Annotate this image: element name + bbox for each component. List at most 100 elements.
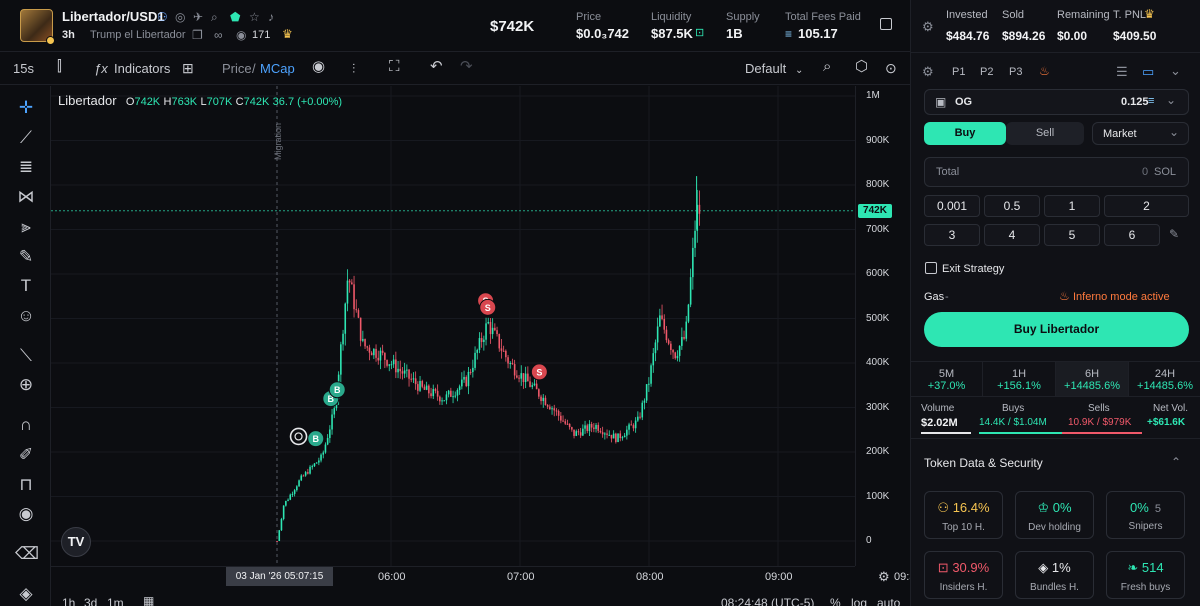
crosshair-icon[interactable]: ✛ <box>15 97 37 119</box>
sell-tab[interactable]: Sell <box>1006 122 1084 145</box>
candle <box>597 424 600 431</box>
indicators-button[interactable]: Indicators <box>114 61 170 77</box>
total-unit: SOL <box>1154 166 1177 178</box>
pnl-settings-icon[interactable]: ⚙ <box>922 19 934 35</box>
lock-icon[interactable]: ⊓ <box>15 474 37 496</box>
horizontal-lines-icon[interactable]: ≣ <box>15 156 37 178</box>
star-icon[interactable]: ☆ <box>249 10 260 24</box>
bell-icon[interactable]: ♪ <box>268 10 274 24</box>
wallet-selector[interactable]: ▣ OG 0.125 ≡ ⌄ <box>924 89 1189 115</box>
link-icon[interactable]: ∞ <box>214 28 223 42</box>
layout-select[interactable]: Default <box>745 61 786 77</box>
redo-icon[interactable]: ↷ <box>460 59 473 75</box>
settings-sliders-icon[interactable]: ⫶ <box>352 61 355 77</box>
chart-canvas[interactable]: BBBSSS <box>51 86 908 566</box>
fullscreen-icon[interactable]: ⛶ <box>389 59 400 75</box>
zoom-in-icon[interactable]: ⊕ <box>15 374 37 396</box>
amount-3[interactable]: 3 <box>924 224 980 246</box>
trophy-icon[interactable]: ♛ <box>282 27 293 41</box>
search-icon[interactable]: ⌕ <box>211 10 218 24</box>
tf-6h[interactable]: 6H +14485.6% <box>1056 362 1129 396</box>
pitchfork-icon[interactable]: ⋈ <box>15 186 37 208</box>
magnet-icon[interactable]: ∩ <box>15 414 37 436</box>
log-toggle[interactable]: log <box>851 596 867 606</box>
buy-tab[interactable]: Buy <box>924 122 1006 145</box>
camera-icon[interactable]: ⊙ <box>885 60 897 76</box>
pencil-lock-icon[interactable]: ✐ <box>15 444 37 466</box>
percent-toggle[interactable]: % <box>830 596 841 606</box>
fire-icon[interactable]: ♨ <box>1039 64 1050 78</box>
amount-2[interactable]: 2 <box>1104 195 1189 217</box>
fib-icon[interactable]: ⫸ <box>15 216 37 238</box>
chart-footer: 1h 3d 1m ▦ 08:24:48 (UTC-5) % log auto <box>51 590 910 606</box>
layers-icon[interactable]: ◈ <box>15 583 37 605</box>
amount-4[interactable]: 4 <box>984 224 1040 246</box>
preset-p1[interactable]: P1 <box>952 66 965 78</box>
interval-selector[interactable]: 15s <box>13 61 34 77</box>
tf-1h[interactable]: 1H +156.1% <box>983 362 1056 396</box>
candle <box>599 430 602 433</box>
edit-amounts-icon[interactable]: ✎ <box>1169 227 1179 241</box>
website-icon[interactable]: ◎ <box>175 10 185 24</box>
range-1h[interactable]: 1h <box>62 596 75 606</box>
candle <box>568 423 571 428</box>
buy-token-button[interactable]: Buy Libertador <box>924 312 1189 347</box>
copy-icon[interactable]: ❐ <box>192 28 203 42</box>
exit-strategy-checkbox[interactable] <box>925 262 937 274</box>
layout-toggle-icon[interactable] <box>880 18 892 30</box>
range-3d[interactable]: 3d <box>84 596 97 606</box>
amount-5[interactable]: 5 <box>1044 224 1100 246</box>
range-1m[interactable]: 1m <box>107 596 124 606</box>
community-icon[interactable]: ⚇ <box>157 10 168 24</box>
emoji-icon[interactable]: ☺ <box>15 305 37 327</box>
text-icon[interactable]: T <box>15 275 37 297</box>
zoom-icon[interactable]: ⌕ <box>823 59 831 75</box>
visibility-icon[interactable]: ◉ <box>312 59 325 75</box>
amount-1[interactable]: 1 <box>1044 195 1100 217</box>
legend-low: 707K <box>206 96 233 108</box>
tf-24h[interactable]: 24H +14485.6% <box>1129 362 1200 396</box>
preset-p3[interactable]: P3 <box>1009 66 1022 78</box>
chevron-down-icon[interactable]: ⌄ <box>795 63 803 79</box>
order-type-select[interactable]: Market ⌄ <box>1092 122 1189 145</box>
total-input[interactable]: Total 0 SOL <box>924 157 1189 187</box>
telegram-icon[interactable]: ✈ <box>193 10 203 24</box>
chevron-down-icon[interactable]: ⌄ <box>1170 63 1181 79</box>
chevron-up-icon[interactable]: ⌃ <box>1171 455 1181 469</box>
candle-type-icon[interactable]: ⫿ <box>57 59 62 75</box>
trophy-icon: ♛ <box>1144 7 1155 21</box>
card-value: 514 <box>1141 560 1164 575</box>
amount-6[interactable]: 6 <box>1104 224 1160 246</box>
tf-5m[interactable]: 5M +37.0% <box>911 362 983 396</box>
panel-view-icon[interactable]: ▭ <box>1142 64 1154 80</box>
security-title: Token Data & Security <box>924 456 1043 470</box>
axis-settings-icon[interactable]: ⚙ <box>878 569 890 585</box>
trendline-icon[interactable]: ⟋ <box>15 127 37 149</box>
candle <box>551 408 553 410</box>
hexagon-settings-icon[interactable]: ⬡ <box>855 59 868 75</box>
price-toggle[interactable]: Price <box>222 61 252 77</box>
volume-value: $2.02M <box>921 417 958 429</box>
tradingview-logo-icon[interactable]: TV <box>61 527 91 557</box>
undo-icon[interactable]: ↶ <box>430 59 443 75</box>
list-icon[interactable]: ☰ <box>1116 64 1128 80</box>
calendar-icon[interactable]: ▦ <box>143 594 154 606</box>
clock-time[interactable]: 08:24:48 (UTC-5) <box>721 596 814 606</box>
trash-icon[interactable]: ⌫ <box>15 543 39 565</box>
candle <box>535 383 538 390</box>
preset-p2[interactable]: P2 <box>980 66 993 78</box>
eye-toggle-icon[interactable]: ◉ <box>15 503 37 525</box>
amount-0-5[interactable]: 0.5 <box>984 195 1040 217</box>
auto-toggle[interactable]: auto <box>877 596 900 606</box>
mcap-toggle[interactable]: MCap <box>260 61 295 77</box>
shield-icon[interactable]: ⬟ <box>230 10 240 24</box>
price-chart[interactable]: BBBSSS Libertador O742K H763K L707K C742… <box>51 86 908 566</box>
ruler-icon[interactable]: ⟍ <box>15 345 37 367</box>
preset-settings-icon[interactable]: ⚙ <box>922 64 934 80</box>
amount-0-001[interactable]: 0.001 <box>924 195 980 217</box>
current-price-tag: 742K <box>858 203 892 218</box>
brush-icon[interactable]: ✎ <box>15 246 37 268</box>
candle <box>509 363 512 365</box>
templates-icon[interactable]: ⊞ <box>182 60 194 76</box>
chart-grid <box>51 86 908 566</box>
